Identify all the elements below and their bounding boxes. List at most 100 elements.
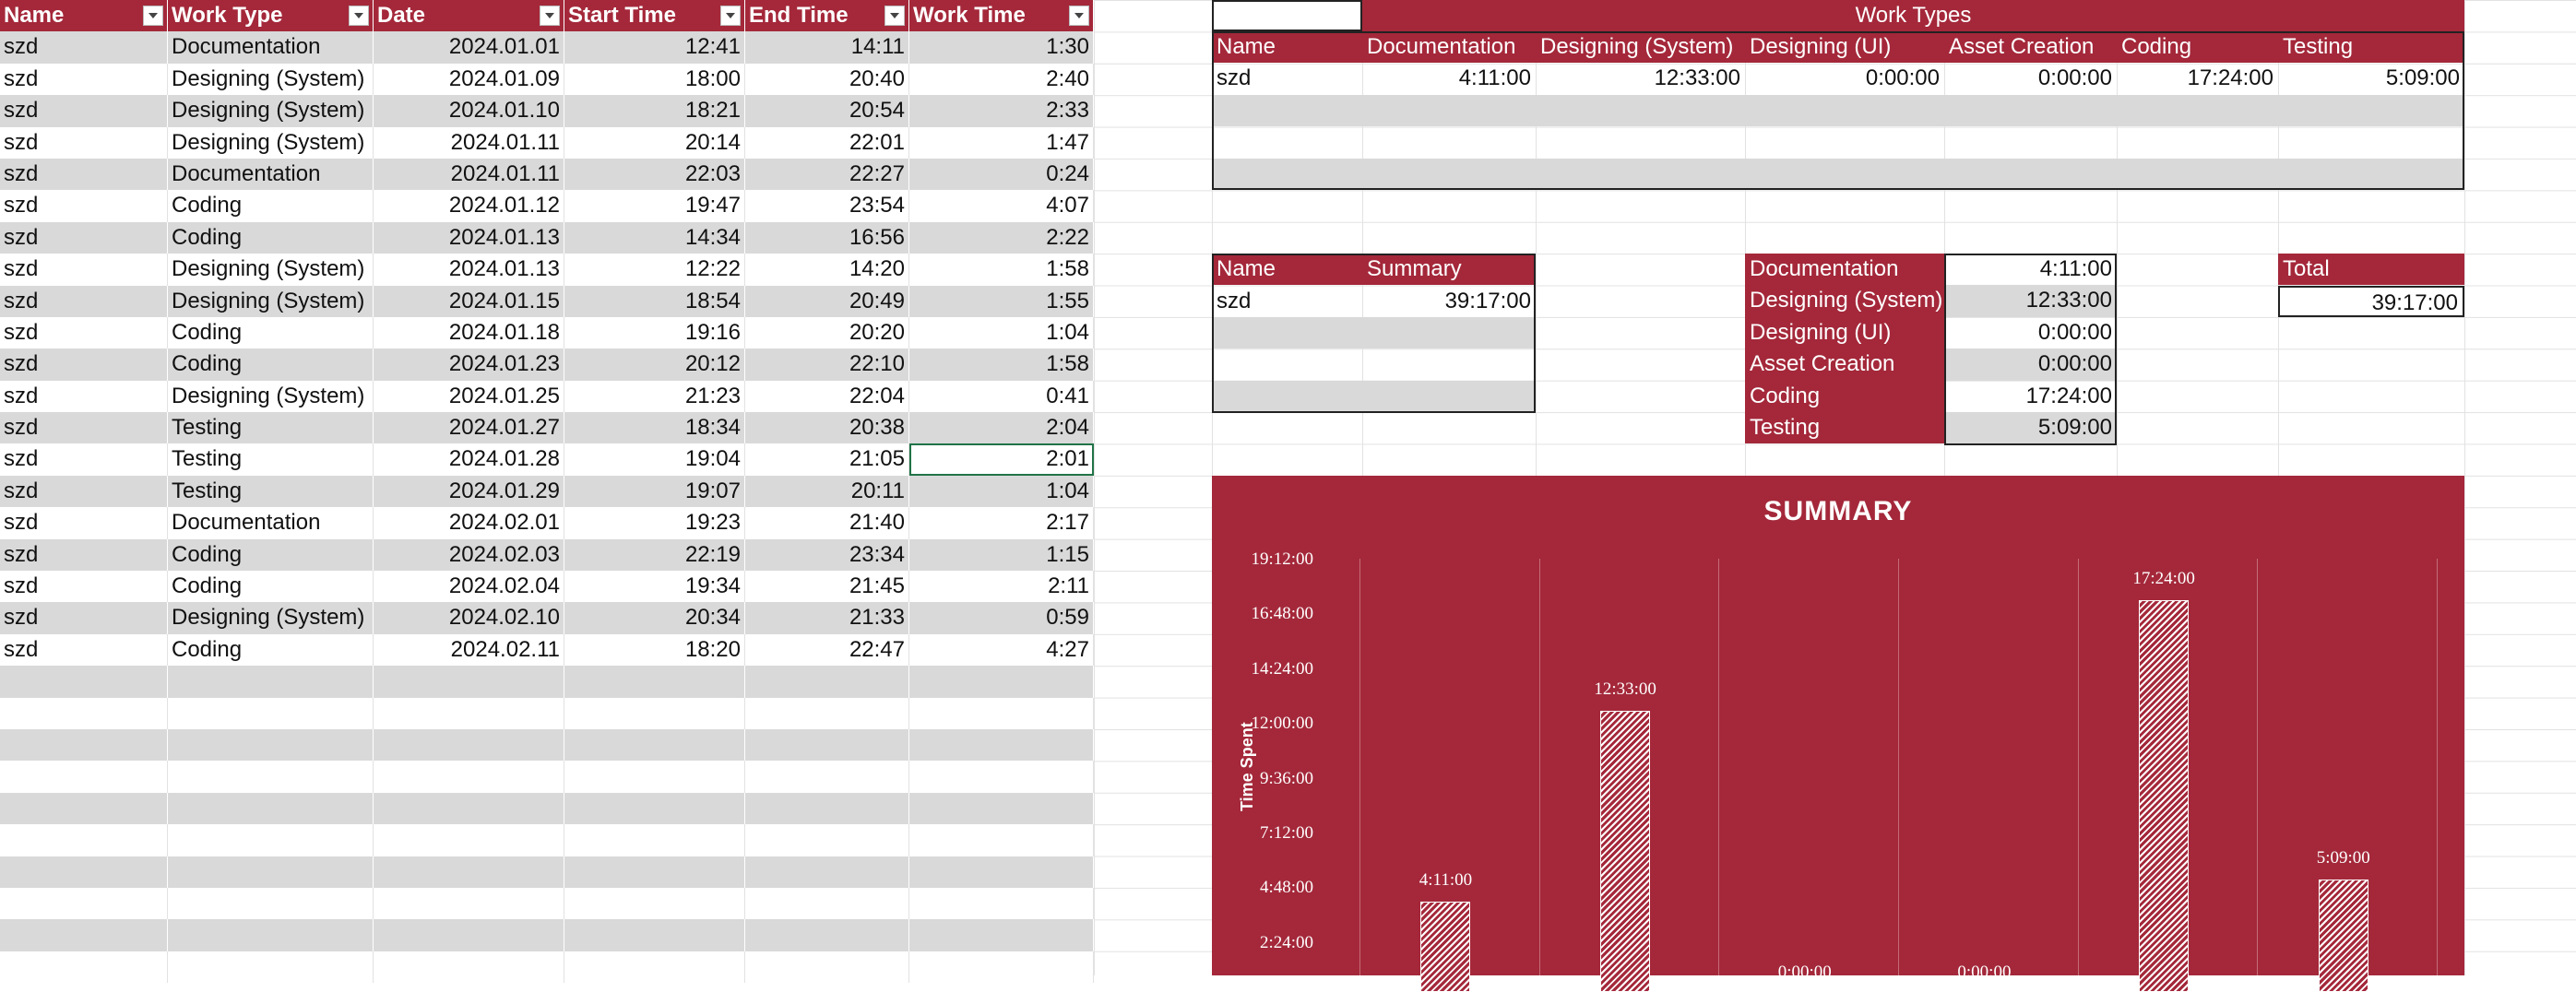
- work-type-cell[interactable]: Designing (System): [168, 380, 374, 413]
- date-cell[interactable]: [374, 666, 564, 698]
- work-time-cell[interactable]: 4:27: [909, 633, 1094, 667]
- work-type-cell[interactable]: Coding: [168, 221, 374, 254]
- name-cell[interactable]: szd: [0, 602, 168, 634]
- date-cell[interactable]: 2024.01.18: [374, 316, 564, 349]
- work-time-cell[interactable]: [909, 856, 1094, 888]
- end-time-cell[interactable]: [745, 887, 909, 920]
- end-time-cell[interactable]: 22:10: [745, 348, 909, 381]
- date-cell[interactable]: [374, 919, 564, 951]
- filter-dropdown-icon[interactable]: [720, 6, 741, 26]
- filter-dropdown-icon[interactable]: [884, 6, 905, 26]
- work-type-cell[interactable]: [168, 951, 374, 984]
- name-cell[interactable]: szd: [0, 412, 168, 444]
- summary-chart[interactable]: SUMMARY 19:12:00 16:48:00 14:24:00 12:00:00…: [1212, 476, 2464, 992]
- date-cell[interactable]: 2024.01.12: [374, 190, 564, 222]
- end-time-cell[interactable]: 22:47: [745, 633, 909, 667]
- name-cell[interactable]: szd: [0, 31, 168, 64]
- work-time-cell[interactable]: 4:07: [909, 190, 1094, 222]
- header-name[interactable]: Name: [0, 0, 168, 32]
- work-type-cell[interactable]: [168, 919, 374, 951]
- work-time-cell[interactable]: 0:41: [909, 380, 1094, 413]
- work-time-cell[interactable]: 0:59: [909, 602, 1094, 634]
- name-cell[interactable]: [0, 761, 168, 793]
- end-time-cell[interactable]: 20:40: [745, 63, 909, 96]
- end-time-cell[interactable]: 20:11: [745, 475, 909, 508]
- name-cell[interactable]: szd: [0, 571, 168, 603]
- start-time-cell[interactable]: [564, 761, 745, 793]
- start-time-cell[interactable]: 22:03: [564, 158, 745, 191]
- name-cell[interactable]: [0, 666, 168, 698]
- name-cell[interactable]: szd: [0, 126, 168, 159]
- work-type-cell[interactable]: Designing (System): [168, 285, 374, 317]
- work-time-cell[interactable]: 1:58: [909, 348, 1094, 381]
- work-time-cell[interactable]: 1:04: [909, 475, 1094, 508]
- start-time-cell[interactable]: [564, 824, 745, 856]
- start-time-cell[interactable]: 22:19: [564, 538, 745, 572]
- date-cell[interactable]: [374, 887, 564, 920]
- start-time-cell[interactable]: 12:22: [564, 254, 745, 286]
- end-time-cell[interactable]: [745, 919, 909, 951]
- date-cell[interactable]: 2024.01.13: [374, 221, 564, 254]
- start-time-cell[interactable]: 12:41: [564, 31, 745, 64]
- name-cell[interactable]: szd: [0, 633, 168, 667]
- date-cell[interactable]: 2024.01.11: [374, 126, 564, 159]
- work-type-cell[interactable]: Documentation: [168, 507, 374, 539]
- start-time-cell[interactable]: [564, 951, 745, 984]
- name-cell[interactable]: szd: [0, 538, 168, 572]
- end-time-cell[interactable]: [745, 951, 909, 984]
- work-type-cell[interactable]: Coding: [168, 633, 374, 667]
- start-time-cell[interactable]: 19:07: [564, 475, 745, 508]
- header-work-type[interactable]: Work Type: [168, 0, 374, 32]
- date-cell[interactable]: 2024.01.15: [374, 285, 564, 317]
- work-type-cell[interactable]: Designing (System): [168, 63, 374, 96]
- date-cell[interactable]: 2024.01.09: [374, 63, 564, 96]
- start-time-cell[interactable]: 19:34: [564, 571, 745, 603]
- work-type-cell[interactable]: Documentation: [168, 31, 374, 64]
- date-cell[interactable]: [374, 824, 564, 856]
- date-cell[interactable]: [374, 856, 564, 888]
- filter-dropdown-icon[interactable]: [540, 6, 560, 26]
- work-time-cell[interactable]: [909, 761, 1094, 793]
- work-time-cell[interactable]: 1:58: [909, 254, 1094, 286]
- date-cell[interactable]: 2024.01.23: [374, 348, 564, 381]
- work-time-cell[interactable]: [909, 792, 1094, 825]
- date-cell[interactable]: 2024.02.04: [374, 571, 564, 603]
- name-cell[interactable]: szd: [0, 95, 168, 127]
- bar-documentation[interactable]: [1420, 901, 1471, 992]
- filter-dropdown-icon[interactable]: [349, 6, 369, 26]
- end-time-cell[interactable]: 22:04: [745, 380, 909, 413]
- name-cell[interactable]: szd: [0, 190, 168, 222]
- date-cell[interactable]: 2024.01.28: [374, 443, 564, 476]
- date-cell[interactable]: [374, 951, 564, 984]
- end-time-cell[interactable]: 20:49: [745, 285, 909, 317]
- name-cell[interactable]: szd: [0, 63, 168, 96]
- empty-cell[interactable]: [1212, 0, 1362, 32]
- date-cell[interactable]: 2024.01.10: [374, 95, 564, 127]
- date-cell[interactable]: [374, 792, 564, 825]
- work-type-cell[interactable]: Designing (System): [168, 254, 374, 286]
- end-time-cell[interactable]: [745, 824, 909, 856]
- name-cell[interactable]: [0, 728, 168, 762]
- start-time-cell[interactable]: [564, 728, 745, 762]
- date-cell[interactable]: [374, 761, 564, 793]
- end-time-cell[interactable]: 14:11: [745, 31, 909, 64]
- end-time-cell[interactable]: 20:54: [745, 95, 909, 127]
- total-value[interactable]: 39:17:00: [2278, 286, 2464, 318]
- end-time-cell[interactable]: 16:56: [745, 221, 909, 254]
- end-time-cell[interactable]: 20:38: [745, 412, 909, 444]
- start-time-cell[interactable]: [564, 697, 745, 729]
- start-time-cell[interactable]: 21:23: [564, 380, 745, 413]
- work-type-cell[interactable]: Designing (System): [168, 126, 374, 159]
- work-type-cell[interactable]: [168, 824, 374, 856]
- end-time-cell[interactable]: [745, 761, 909, 793]
- start-time-cell[interactable]: [564, 792, 745, 825]
- end-time-cell[interactable]: 21:40: [745, 507, 909, 539]
- start-time-cell[interactable]: 18:20: [564, 633, 745, 667]
- name-cell[interactable]: szd: [0, 316, 168, 349]
- work-type-cell[interactable]: [168, 728, 374, 762]
- work-time-cell[interactable]: [909, 697, 1094, 729]
- work-time-cell[interactable]: 0:24: [909, 158, 1094, 191]
- end-time-cell[interactable]: 21:45: [745, 571, 909, 603]
- end-time-cell[interactable]: [745, 856, 909, 888]
- work-time-cell[interactable]: 2:17: [909, 507, 1094, 539]
